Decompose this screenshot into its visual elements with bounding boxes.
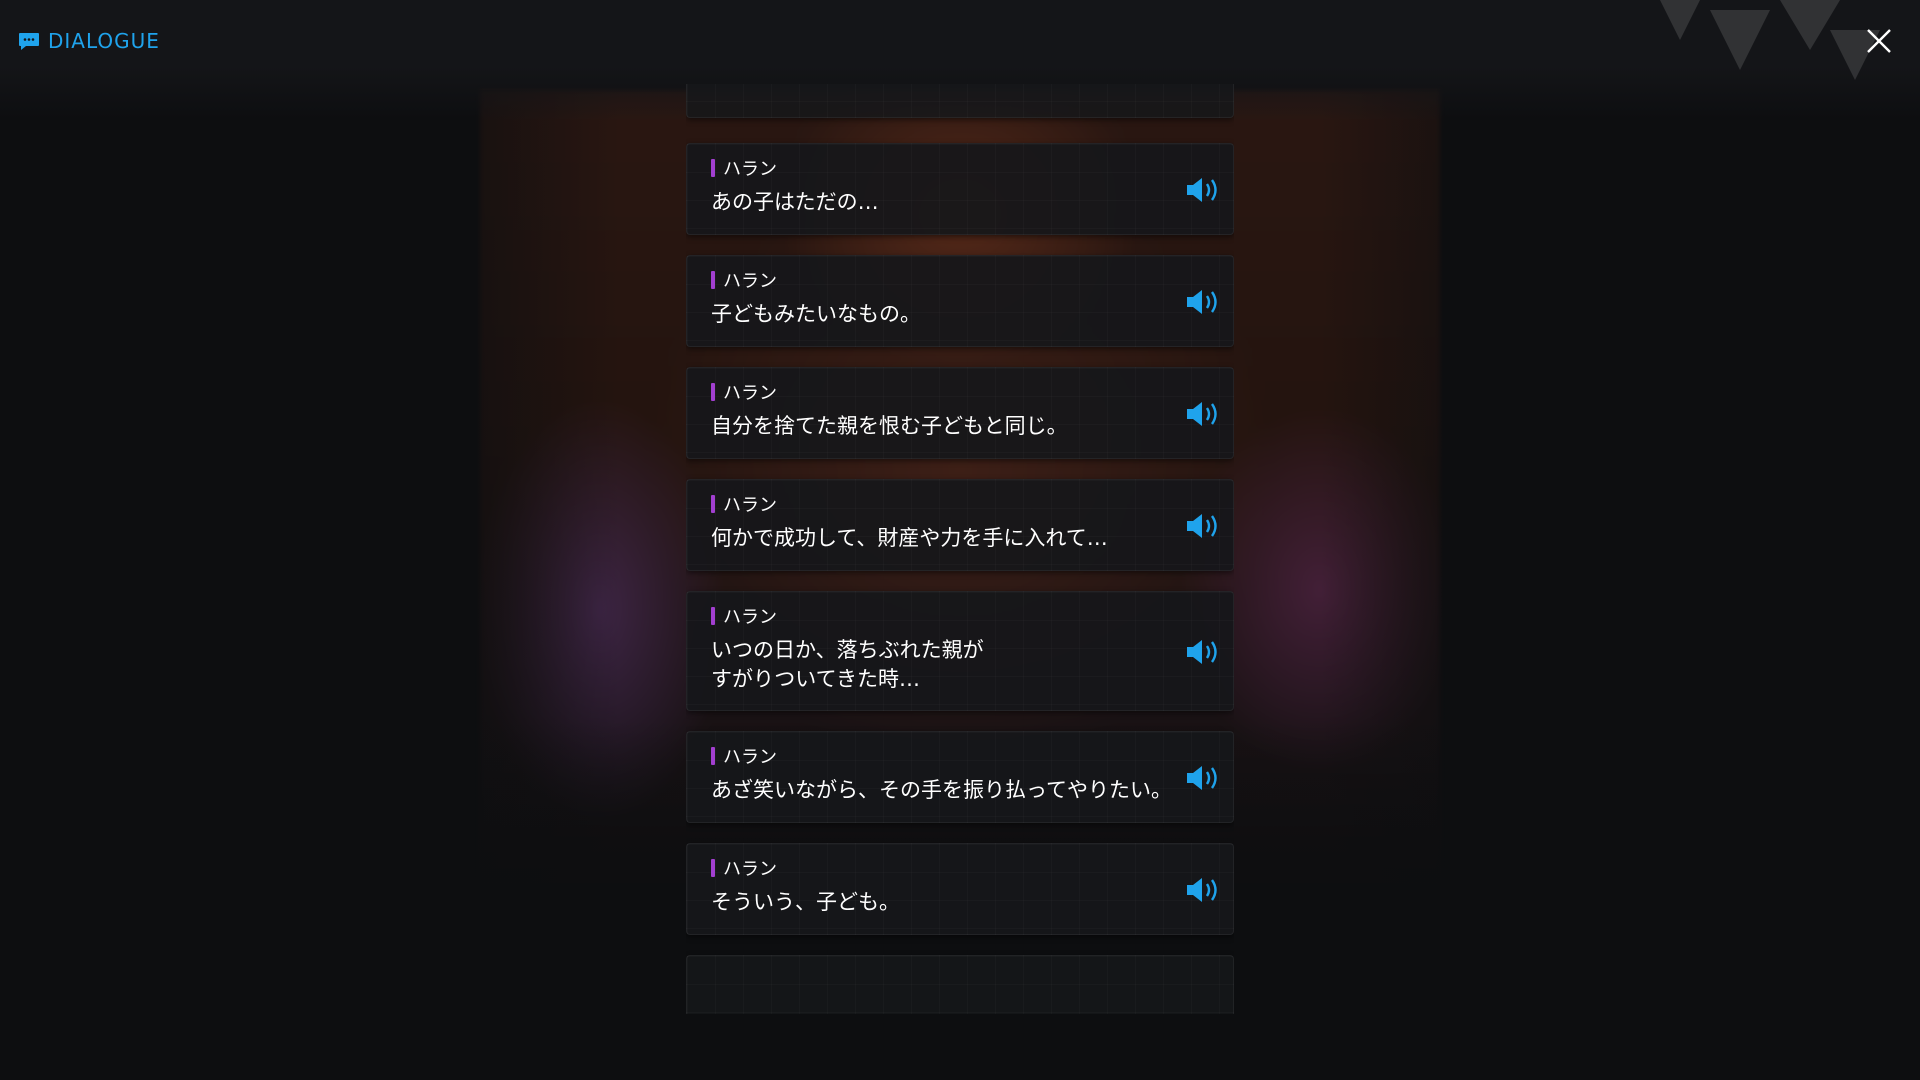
speaker-marker (711, 383, 715, 401)
chat-bubble-icon (19, 33, 39, 50)
dialogue-text: 子どもみたいなもの。 (711, 302, 921, 326)
dialogue-card: ハラン あざ笑いながら、その手を振り払ってやりたい。 (686, 731, 1234, 823)
speaker-volume-icon[interactable] (1185, 763, 1221, 793)
speaker-volume-icon[interactable] (1185, 637, 1221, 667)
speaker-name: ハラン (723, 271, 777, 292)
close-icon[interactable] (1862, 24, 1896, 58)
dialogue-text: そういう、子ども。 (711, 890, 900, 914)
speaker-marker (711, 159, 715, 177)
speaker-label: ハラン (711, 606, 777, 628)
decorative-pattern (1660, 0, 1880, 80)
speaker-name: ハラン (723, 159, 777, 180)
dialogue-card: ハラン 自分を捨てた親を恨む子どもと同じ。 (686, 367, 1234, 459)
speaker-name: ハラン (723, 495, 777, 516)
dialogue-card: ハラン そういう、子ども。 (686, 843, 1234, 935)
speaker-marker (711, 859, 715, 877)
speaker-marker (711, 271, 715, 289)
speaker-name: ハラン (723, 859, 777, 880)
speaker-label: ハラン (711, 270, 777, 292)
dialogue-list[interactable]: ハラン あの子はただの… ハラン 子どもみたいなもの。 ハラン 自分を捨てた親を… (686, 84, 1234, 1014)
speaker-marker (711, 495, 715, 513)
speaker-marker (711, 747, 715, 765)
page-title-text: DIALOGUE (48, 29, 160, 53)
speaker-volume-icon[interactable] (1185, 875, 1221, 905)
speaker-label: ハラン (711, 158, 777, 180)
speaker-name: ハラン (723, 607, 777, 628)
speaker-label: ハラン (711, 494, 777, 516)
speaker-label: ハラン (711, 858, 777, 880)
dialogue-card: ハラン 何かで成功して、財産や力を手に入れて… (686, 479, 1234, 571)
dialogue-text: あの子はただの… (711, 190, 879, 214)
dialogue-text: 自分を捨てた親を恨む子どもと同じ。 (711, 414, 1068, 438)
speaker-volume-icon[interactable] (1185, 399, 1221, 429)
speaker-volume-icon[interactable] (1185, 287, 1221, 317)
dialogue-card-partial (686, 84, 1234, 118)
dialogue-card-partial (686, 955, 1234, 1014)
speaker-volume-icon[interactable] (1185, 511, 1221, 541)
page-title: DIALOGUE (18, 26, 160, 56)
dialogue-text: 何かで成功して、財産や力を手に入れて… (711, 526, 1108, 550)
dialogue-log-screen: DIALOGUE ハラン あの子はただの… ハラン 子どもみたいなもの。 ハラン… (0, 0, 1920, 1080)
dialogue-card: ハラン 子どもみたいなもの。 (686, 255, 1234, 347)
speaker-label: ハラン (711, 746, 777, 768)
dialogue-card: ハラン あの子はただの… (686, 143, 1234, 235)
speaker-volume-icon[interactable] (1185, 175, 1221, 205)
speaker-name: ハラン (723, 747, 777, 768)
speaker-marker (711, 607, 715, 625)
dialogue-card: ハラン いつの日か、落ちぶれた親が すがりついてきた時… (686, 591, 1234, 711)
speaker-label: ハラン (711, 382, 777, 404)
dialogue-text: あざ笑いながら、その手を振り払ってやりたい。 (711, 778, 1172, 802)
dialogue-text: いつの日か、落ちぶれた親が すがりついてきた時… (711, 638, 984, 691)
speaker-name: ハラン (723, 383, 777, 404)
